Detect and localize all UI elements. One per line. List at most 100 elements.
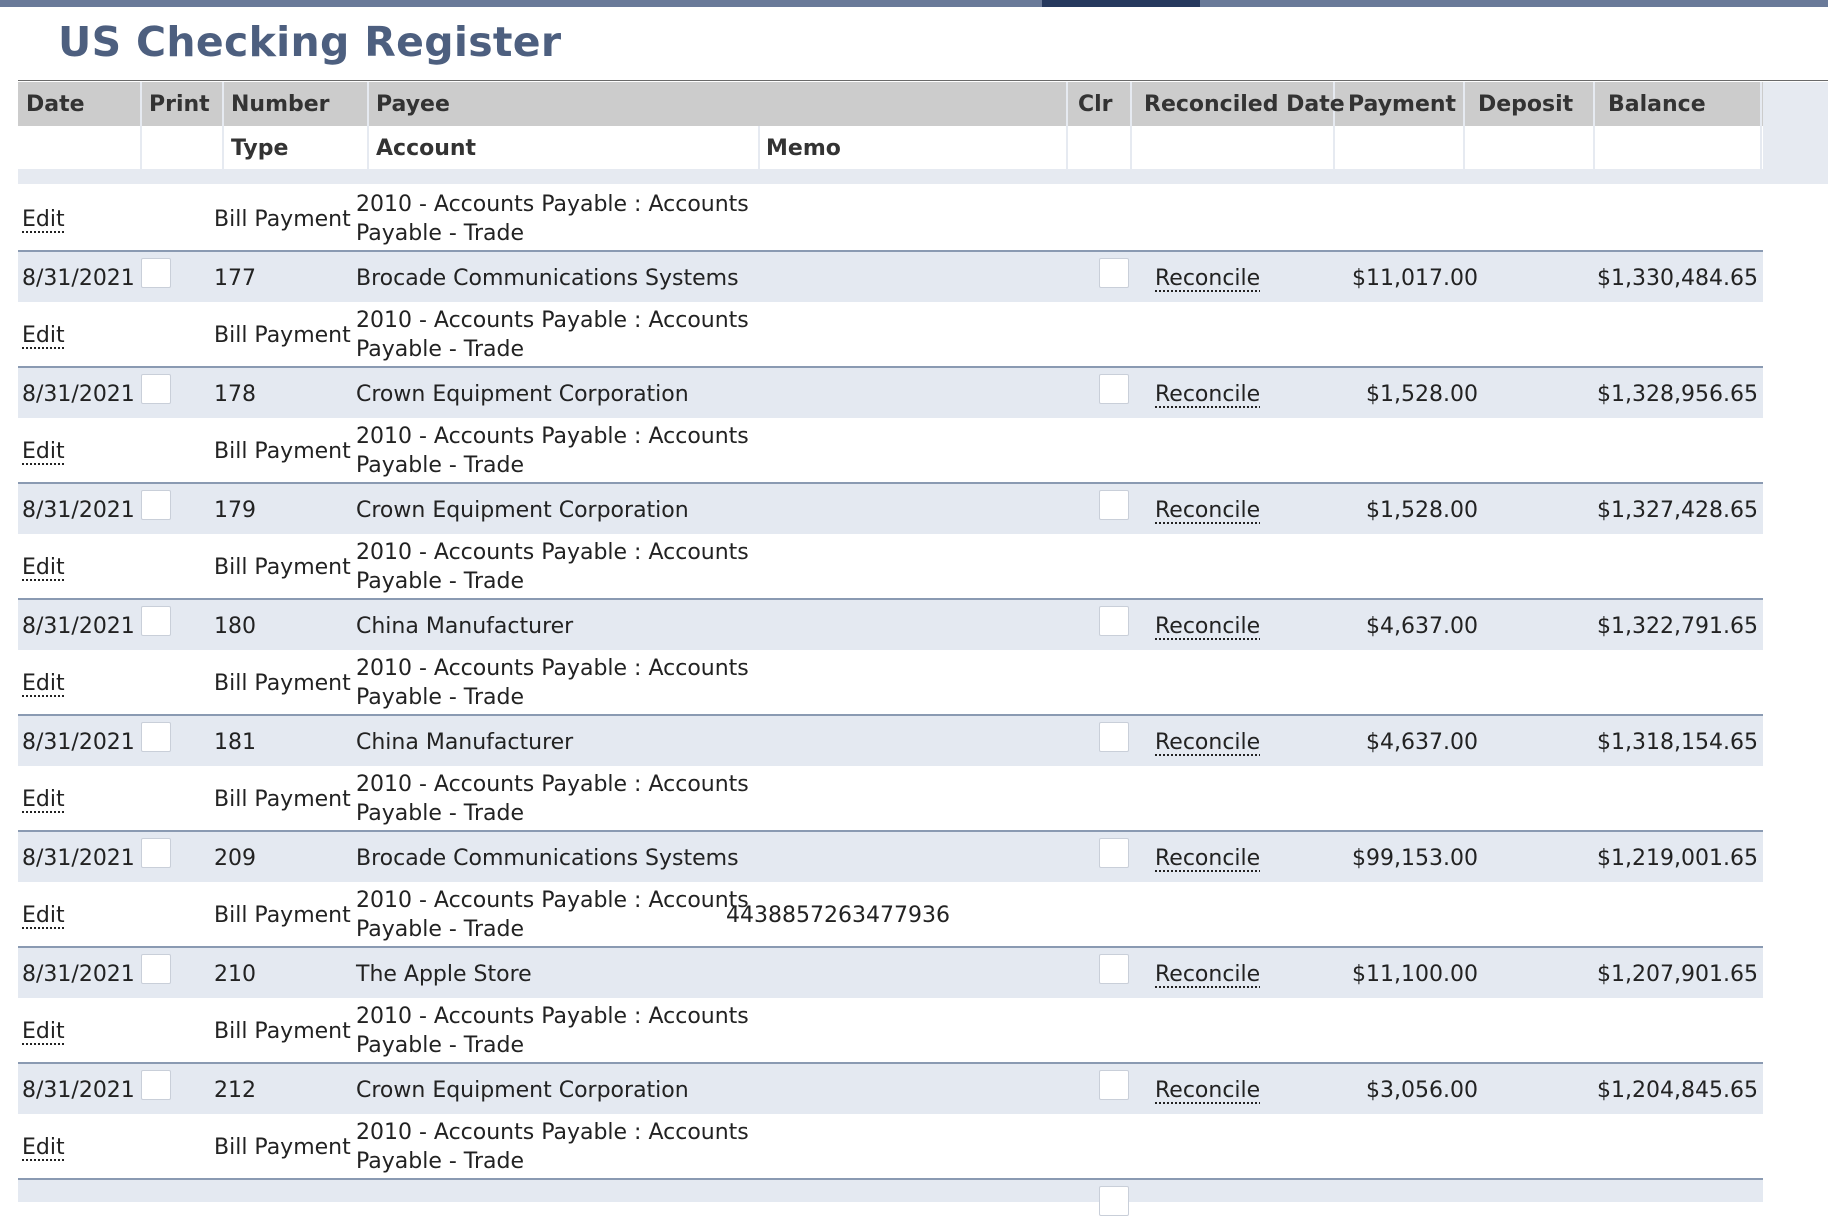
col-header-balance[interactable]: Balance — [1608, 92, 1706, 117]
payee-cell: China Manufacturer — [356, 614, 574, 639]
register-header-filler — [1763, 82, 1828, 184]
balance-cell: $1,327,428.65 — [1597, 498, 1758, 523]
number-cell: 209 — [214, 846, 256, 871]
account-cell-line2: Payable - Trade — [356, 1149, 525, 1174]
col-header-deposit[interactable]: Deposit — [1478, 92, 1573, 117]
register-edit-row: Edit Bill Payment 2010 - Accounts Payabl… — [18, 998, 1763, 1064]
account-cell-line2: Payable - Trade — [356, 453, 525, 478]
edit-link[interactable]: Edit — [22, 903, 65, 928]
payment-cell: $1,528.00 — [1366, 498, 1478, 523]
col-header-clr[interactable]: Clr — [1078, 92, 1113, 117]
edit-link[interactable]: Edit — [22, 439, 65, 464]
edit-link[interactable]: Edit — [22, 671, 65, 696]
reconcile-link[interactable]: Reconcile — [1155, 266, 1260, 291]
payment-cell: $1,528.00 — [1366, 382, 1478, 407]
register-transaction-row-partial[interactable] — [18, 1180, 1763, 1216]
clr-checkbox[interactable] — [1099, 954, 1129, 984]
clr-checkbox[interactable] — [1099, 722, 1129, 752]
register-edit-row: Edit Bill Payment 2010 - Accounts Payabl… — [18, 882, 1763, 948]
col-header-reconciled-date[interactable]: Reconciled Date — [1144, 92, 1345, 117]
type-cell: Bill Payment — [214, 1135, 351, 1160]
payment-cell: $4,637.00 — [1366, 614, 1478, 639]
edit-link[interactable]: Edit — [22, 555, 65, 580]
register-edit-row: Edit Bill Payment 2010 - Accounts Payabl… — [18, 302, 1763, 368]
balance-cell: $1,322,791.65 — [1597, 614, 1758, 639]
reconcile-link[interactable]: Reconcile — [1155, 382, 1260, 407]
clr-checkbox[interactable] — [1099, 1070, 1129, 1100]
payment-cell: $11,017.00 — [1352, 266, 1478, 291]
column-separator — [140, 82, 142, 169]
edit-link[interactable]: Edit — [22, 1135, 65, 1160]
print-checkbox[interactable] — [141, 954, 171, 984]
payment-cell: $4,637.00 — [1366, 730, 1478, 755]
date-cell: 8/31/2021 — [22, 614, 135, 639]
column-separator — [222, 82, 224, 169]
date-cell: 8/31/2021 — [22, 266, 135, 291]
type-cell: Bill Payment — [214, 439, 351, 464]
reconcile-link[interactable]: Reconcile — [1155, 962, 1260, 987]
memo-cell: 4438857263477936 — [726, 903, 950, 928]
register-transaction-row[interactable]: 8/31/2021 178 Crown Equipment Corporatio… — [18, 368, 1763, 418]
title-divider — [18, 80, 1828, 81]
col-header-account[interactable]: Account — [376, 136, 476, 161]
balance-cell: $1,207,901.65 — [1597, 962, 1758, 987]
account-cell-line2: Payable - Trade — [356, 917, 525, 942]
col-header-date[interactable]: Date — [26, 92, 85, 117]
type-cell: Bill Payment — [214, 671, 351, 696]
register-transaction-row[interactable]: 8/31/2021 179 Crown Equipment Corporatio… — [18, 484, 1763, 534]
reconcile-link[interactable]: Reconcile — [1155, 846, 1260, 871]
date-cell: 8/31/2021 — [22, 962, 135, 987]
reconcile-link[interactable]: Reconcile — [1155, 498, 1260, 523]
payment-cell: $99,153.00 — [1352, 846, 1478, 871]
col-header-payment[interactable]: Payment — [1348, 92, 1456, 117]
clr-checkbox[interactable] — [1099, 490, 1129, 520]
edit-link[interactable]: Edit — [22, 787, 65, 812]
clr-checkbox[interactable] — [1099, 374, 1129, 404]
number-cell: 181 — [214, 730, 256, 755]
print-checkbox[interactable] — [141, 838, 171, 868]
clr-checkbox[interactable] — [1099, 1186, 1129, 1216]
account-cell-line2: Payable - Trade — [356, 569, 525, 594]
print-checkbox[interactable] — [141, 490, 171, 520]
reconcile-link[interactable]: Reconcile — [1155, 1078, 1260, 1103]
payee-cell: Brocade Communications Systems — [356, 846, 739, 871]
number-cell: 210 — [214, 962, 256, 987]
top-nav-active-tab[interactable] — [1042, 0, 1200, 7]
print-checkbox[interactable] — [141, 258, 171, 288]
balance-cell: $1,328,956.65 — [1597, 382, 1758, 407]
col-header-print[interactable]: Print — [149, 92, 210, 117]
register-transaction-row[interactable]: 8/31/2021 210 The Apple Store Reconcile … — [18, 948, 1763, 998]
edit-link[interactable]: Edit — [22, 1019, 65, 1044]
register-transaction-row[interactable]: 8/31/2021 212 Crown Equipment Corporatio… — [18, 1064, 1763, 1114]
register-transaction-row[interactable]: 8/31/2021 180 China Manufacturer Reconci… — [18, 600, 1763, 650]
account-cell-line1: 2010 - Accounts Payable : Accounts — [356, 1004, 749, 1029]
type-cell: Bill Payment — [214, 323, 351, 348]
register-edit-row: Edit Bill Payment 2010 - Accounts Payabl… — [18, 418, 1763, 484]
account-cell-line2: Payable - Trade — [356, 337, 525, 362]
print-checkbox[interactable] — [141, 606, 171, 636]
edit-link[interactable]: Edit — [22, 323, 65, 348]
reconcile-link[interactable]: Reconcile — [1155, 614, 1260, 639]
col-header-number[interactable]: Number — [231, 92, 330, 117]
print-checkbox[interactable] — [141, 722, 171, 752]
payee-cell: Crown Equipment Corporation — [356, 498, 689, 523]
number-cell: 177 — [214, 266, 256, 291]
register-edit-row: Edit Bill Payment 2010 - Accounts Payabl… — [18, 766, 1763, 832]
print-checkbox[interactable] — [141, 1070, 171, 1100]
col-header-type[interactable]: Type — [231, 136, 288, 161]
balance-cell: $1,330,484.65 — [1597, 266, 1758, 291]
clr-checkbox[interactable] — [1099, 838, 1129, 868]
register-transaction-row[interactable]: 8/31/2021 177 Brocade Communications Sys… — [18, 252, 1763, 302]
edit-link[interactable]: Edit — [22, 207, 65, 232]
register-transaction-row[interactable]: 8/31/2021 209 Brocade Communications Sys… — [18, 832, 1763, 882]
register-transaction-row[interactable]: 8/31/2021 181 China Manufacturer Reconci… — [18, 716, 1763, 766]
type-cell: Bill Payment — [214, 207, 351, 232]
account-cell-line2: Payable - Trade — [356, 685, 525, 710]
col-header-memo[interactable]: Memo — [766, 136, 841, 161]
clr-checkbox[interactable] — [1099, 258, 1129, 288]
print-checkbox[interactable] — [141, 374, 171, 404]
clr-checkbox[interactable] — [1099, 606, 1129, 636]
reconcile-link[interactable]: Reconcile — [1155, 730, 1260, 755]
payment-cell: $3,056.00 — [1366, 1078, 1478, 1103]
col-header-payee[interactable]: Payee — [376, 92, 450, 117]
